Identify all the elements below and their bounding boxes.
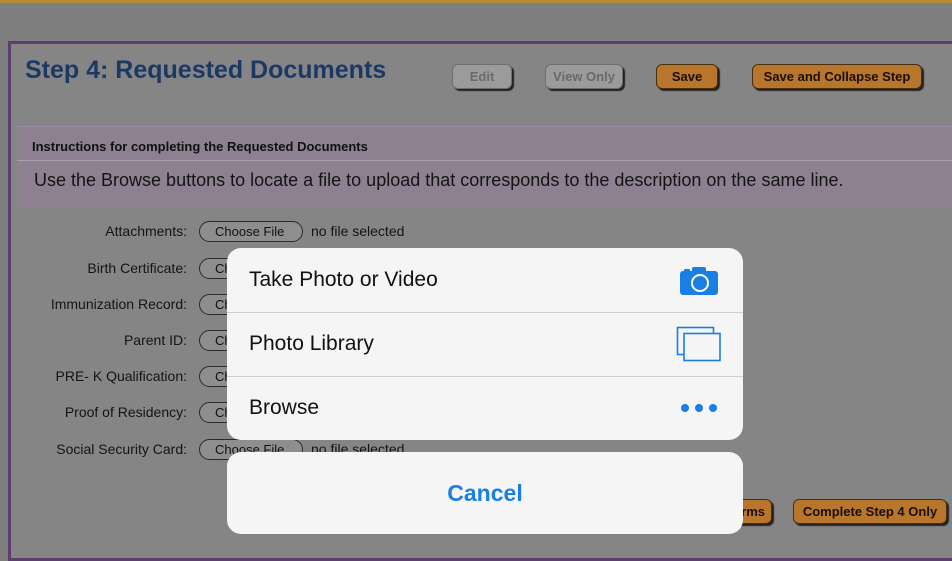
birth-certificate-label: Birth Certificate: [87,260,187,276]
cancel-button[interactable]: Cancel [227,452,743,534]
save-button[interactable]: Save [656,64,718,89]
prek-qualification-label: PRE- K Qualification: [55,368,188,384]
immunization-record-label: Immunization Record: [50,296,187,312]
top-border [0,0,952,3]
photo-library-label: Photo Library [249,332,374,355]
parent-id-label: Parent ID: [123,332,187,348]
attachments-label: Attachments: [105,223,187,239]
take-photo-label: Take Photo or Video [249,268,438,291]
attachments-status: no file selected [311,223,405,239]
instructions-text: Use the Browse buttons to locate a file … [34,170,844,190]
proof-of-residency-label: Proof of Residency: [64,404,187,420]
instructions-divider [17,160,952,161]
photo-library-option[interactable]: Photo Library [227,312,743,376]
attachments-choose-file-button[interactable]: Choose File [199,221,303,242]
more-icon [681,404,717,412]
save-collapse-button[interactable]: Save and Collapse Step [752,64,922,89]
action-sheet: Take Photo or Video Photo Library Browse [227,248,743,440]
browse-label: Browse [249,396,320,419]
social-security-card-label: Social Security Card: [56,441,187,457]
complete-step-button[interactable]: Complete Step 4 Only [793,499,947,524]
take-photo-option[interactable]: Take Photo or Video [227,248,743,312]
browse-option[interactable]: Browse [227,376,743,440]
instructions-heading: Instructions for completing the Requeste… [32,139,368,154]
edit-button[interactable]: Edit [452,64,512,89]
step-title: Step 4: Requested Documents [25,56,387,84]
photo-library-icon [676,326,721,362]
camera-icon [680,267,718,295]
view-only-button[interactable]: View Only [545,64,623,89]
